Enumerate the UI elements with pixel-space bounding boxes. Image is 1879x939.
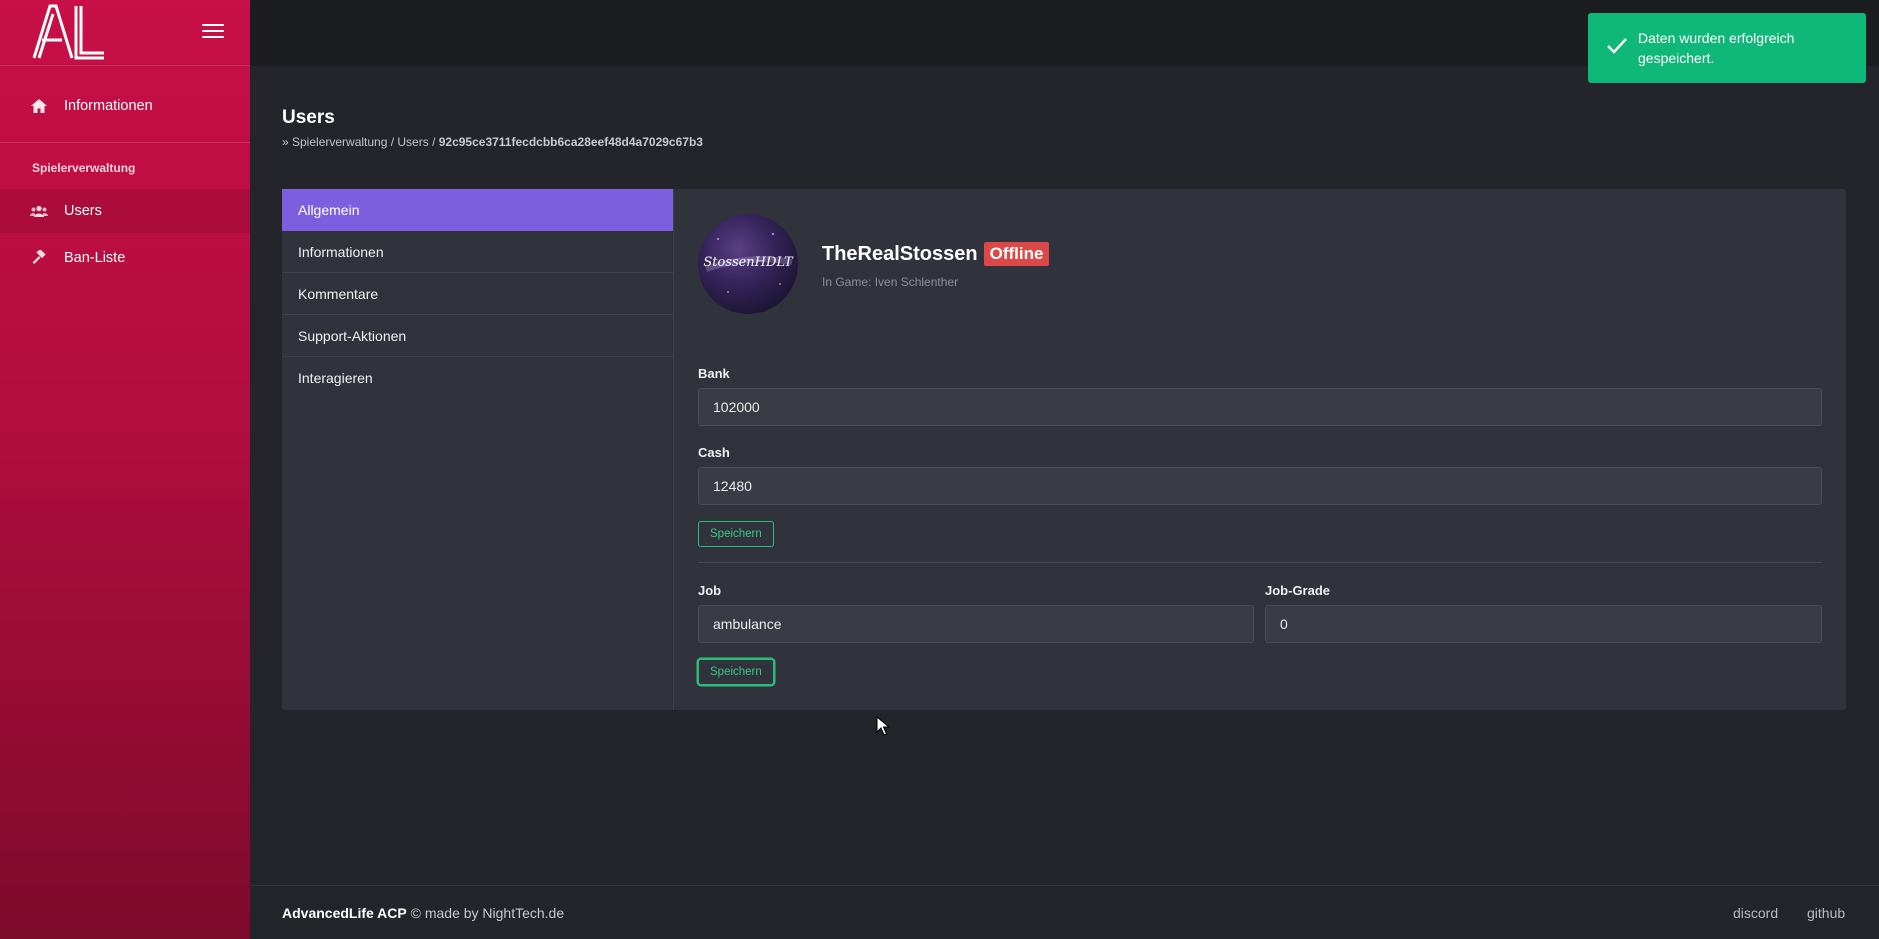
- save-job-button[interactable]: Speichern: [698, 659, 774, 685]
- username: TheRealStossen: [822, 242, 978, 265]
- success-toast[interactable]: Daten wurden erfolgreich gespeichert.: [1588, 13, 1866, 83]
- toast-message: Daten wurden erfolgreich gespeichert.: [1638, 30, 1795, 66]
- footer-credit: AdvancedLife ACP © made by NightTech.de: [282, 905, 564, 921]
- bank-input[interactable]: [698, 388, 1822, 426]
- logo[interactable]: [30, 2, 106, 62]
- tab-kommentare[interactable]: Kommentare: [282, 273, 673, 315]
- sidebar-item-users[interactable]: Users: [0, 189, 250, 233]
- check-icon: [1607, 38, 1627, 54]
- sidebar-item-label: Ban-Liste: [64, 250, 126, 266]
- user-detail-card: Allgemein Informationen Kommentare Suppo…: [282, 189, 1846, 710]
- sidebar-item-ban-liste[interactable]: Ban-Liste: [0, 236, 250, 280]
- divider: [698, 562, 1822, 563]
- home-icon: [30, 97, 48, 115]
- sidebar-divider: [0, 142, 250, 143]
- breadcrumb: » Spielerverwaltung / Users / 92c95ce371…: [282, 135, 703, 149]
- bank-label: Bank: [698, 366, 730, 381]
- discord-link[interactable]: discord: [1733, 905, 1778, 921]
- footer-brand: AdvancedLife ACP: [282, 905, 407, 921]
- tab-support-aktionen[interactable]: Support-Aktionen: [282, 315, 673, 357]
- avatar: StossenHDLT: [698, 214, 798, 314]
- cash-label: Cash: [698, 445, 730, 460]
- breadcrumb-current: 92c95ce3711fecdcbb6ca28eef48d4a7029c67b3: [438, 135, 703, 149]
- cash-input[interactable]: [698, 467, 1822, 505]
- menu-toggle-icon[interactable]: [200, 20, 226, 44]
- status-badge: Offline: [983, 242, 1050, 266]
- tab-interagieren[interactable]: Interagieren: [282, 357, 673, 399]
- footer: AdvancedLife ACP © made by NightTech.de …: [250, 885, 1879, 939]
- job-grade-input[interactable]: [1265, 605, 1822, 643]
- sidebar: Informationen Spielerverwaltung Users Ba…: [0, 0, 250, 939]
- sidebar-section-label: Spielerverwaltung: [32, 161, 136, 175]
- sidebar-item-label: Users: [64, 203, 102, 219]
- avatar-text: StossenHDLT: [703, 255, 794, 270]
- breadcrumb-path[interactable]: » Spielerverwaltung / Users /: [282, 135, 439, 149]
- profile-header: TheRealStossen Offline: [822, 242, 1050, 266]
- ingame-name: In Game: Iven Schlenther: [822, 275, 959, 289]
- sidebar-header: [0, 0, 250, 66]
- job-input[interactable]: [698, 605, 1254, 643]
- job-grade-label: Job-Grade: [1265, 583, 1331, 598]
- page-title: Users: [282, 107, 335, 128]
- job-label: Job: [698, 583, 722, 598]
- users-icon: [30, 202, 48, 220]
- tab-informationen[interactable]: Informationen: [282, 231, 673, 273]
- mouse-cursor-icon: [876, 716, 890, 736]
- hammer-icon: [30, 249, 48, 267]
- tab-list: Allgemein Informationen Kommentare Suppo…: [282, 189, 674, 710]
- tab-allgemein[interactable]: Allgemein: [282, 189, 673, 231]
- save-money-button[interactable]: Speichern: [698, 521, 774, 547]
- footer-made-by: © made by NightTech.de: [406, 905, 565, 921]
- sidebar-item-informationen[interactable]: Informationen: [0, 84, 250, 128]
- sidebar-item-label: Informationen: [64, 98, 153, 114]
- github-link[interactable]: github: [1807, 905, 1845, 921]
